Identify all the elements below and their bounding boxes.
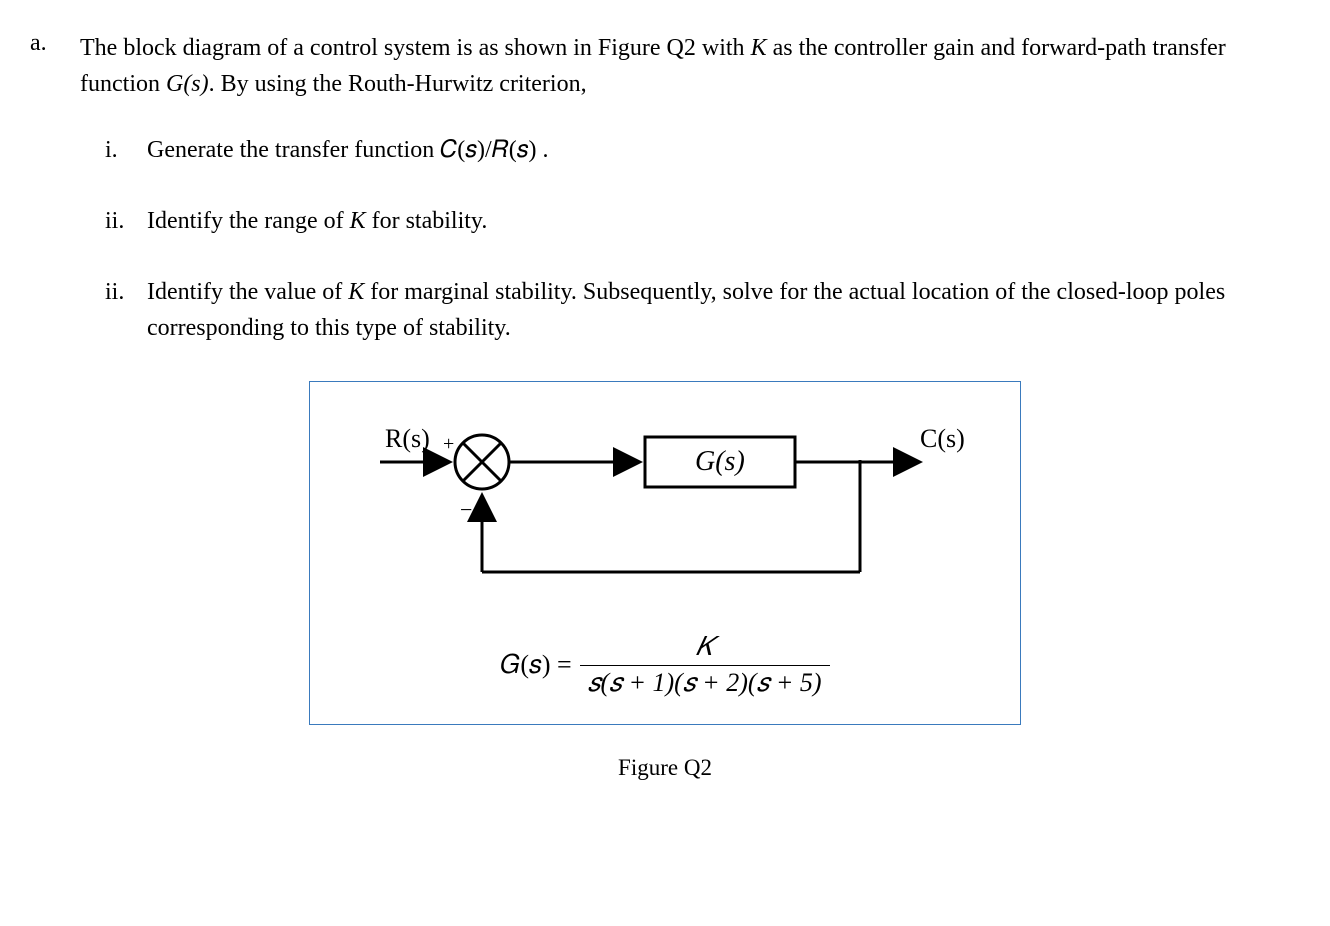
diagram-box: R(s) + − G(s) C(s) 𝐺(𝑠) = 𝐾: [309, 381, 1021, 725]
diagram-container: R(s) + − G(s) C(s) 𝐺(𝑠) = 𝐾: [30, 381, 1300, 781]
eq-fraction: 𝐾 𝑠(𝑠 + 1)(𝑠 + 2)(𝑠 + 5): [580, 632, 830, 699]
question-main: a. The block diagram of a control system…: [30, 30, 1300, 102]
block-diagram-svg: R(s) + − G(s) C(s): [355, 412, 975, 602]
sub-text-ii-a-2: for stability.: [366, 208, 488, 234]
sub-K-ii-a: K: [350, 208, 366, 234]
q-text-1: The block diagram of a control system is…: [80, 35, 751, 61]
minus-label: −: [460, 497, 472, 522]
figure-caption: Figure Q2: [618, 755, 712, 781]
gs-equation: 𝐺(𝑠) = 𝐾 𝑠(𝑠 + 1)(𝑠 + 2)(𝑠 + 5): [500, 632, 829, 699]
eq-denominator: 𝑠(𝑠 + 1)(𝑠 + 2)(𝑠 + 5): [580, 666, 830, 699]
sub-item-ii-b: ii. Identify the value of K for marginal…: [105, 274, 1300, 346]
question-marker: a.: [30, 30, 60, 102]
sub-text-ii-b: Identify the value of K for marginal sta…: [147, 274, 1300, 346]
sub-items: i. Generate the transfer function 𝐶(𝑠)/𝑅…: [30, 132, 1300, 346]
sub-marker-i: i.: [105, 132, 135, 168]
sub-item-i: i. Generate the transfer function 𝐶(𝑠)/𝑅…: [105, 132, 1300, 168]
output-label: C(s): [920, 424, 965, 453]
eq-numerator: 𝐾: [688, 632, 722, 665]
sub-marker-ii-b: ii.: [105, 274, 135, 346]
sub-text-i: Generate the transfer function 𝐶(𝑠)/𝑅(𝑠)…: [147, 132, 549, 168]
sub-item-ii-a: ii. Identify the range of K for stabilit…: [105, 203, 1300, 239]
plus-label: +: [443, 433, 454, 455]
sub-text-ii-a: Identify the range of K for stability.: [147, 203, 487, 239]
input-label: R(s): [385, 424, 430, 453]
sub-text-ii-a-1: Identify the range of: [147, 208, 350, 234]
block-label: G(s): [695, 446, 745, 477]
q-K: K: [751, 35, 767, 61]
q-Gs: G(s): [166, 71, 209, 97]
eq-lhs: 𝐺(𝑠) =: [500, 650, 571, 681]
sub-K-ii-b: K: [348, 279, 364, 305]
sub-marker-ii-a: ii.: [105, 203, 135, 239]
sub-text-ii-b-1: Identify the value of: [147, 279, 348, 305]
q-text-3: . By using the Routh-Hurwitz criterion,: [209, 71, 587, 97]
question-text: The block diagram of a control system is…: [80, 30, 1300, 102]
